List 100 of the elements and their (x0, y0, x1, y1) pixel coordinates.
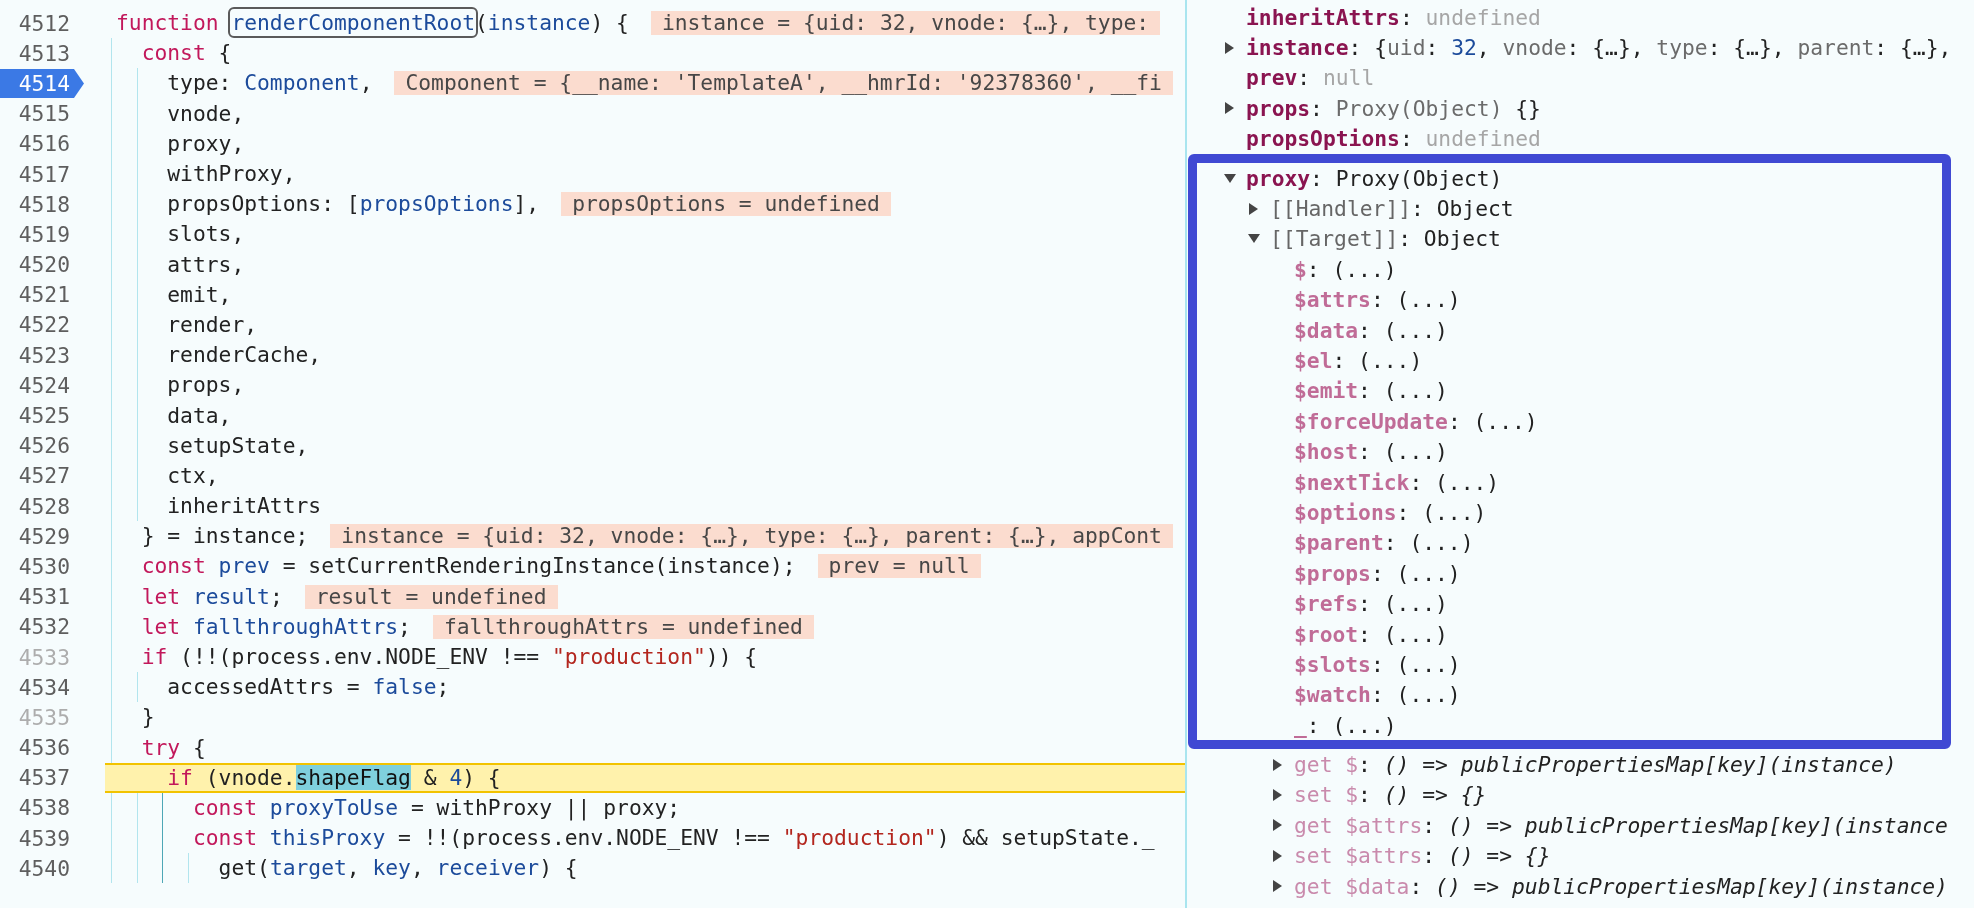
line-number: 4514 (0, 68, 84, 98)
property-row[interactable]: get $data: () => publicPropertiesMap[key](instance) (1272, 870, 1948, 902)
property-row[interactable]: [[Target]]: Object (1248, 223, 1501, 255)
line-number: 4528 (18, 492, 70, 521)
property-row[interactable]: $forceUpdate: (...) (1294, 406, 1538, 437)
line-number: 4538 (18, 794, 70, 823)
code-line: render, (166, 311, 258, 338)
caret-right-icon[interactable] (1225, 41, 1234, 54)
property-row[interactable]: inheritAttrs: undefined (1246, 2, 1541, 33)
caret-right-icon[interactable] (1249, 202, 1258, 215)
code-line: data, (166, 402, 232, 429)
inline-value: Component = {__name: 'TemplateA', __hmrId: '92378360', __fi (394, 71, 1173, 96)
line-number: 4512 (18, 9, 70, 38)
line-number: 4522 (18, 311, 70, 340)
property-row[interactable]: get $: () => publicPropertiesMap[key](instance) (1272, 749, 1897, 780)
property-row[interactable]: set $: () => {} (1272, 779, 1487, 811)
code-line: proxy, (166, 130, 245, 157)
line-number: 4524 (18, 371, 70, 400)
inline-value: prev = null (817, 554, 981, 579)
property-row[interactable]: $props: (...) (1294, 558, 1461, 589)
line-number: 4533 (18, 643, 70, 672)
code-line: slots, (166, 221, 245, 248)
code-line: accessedAttrs = false; (166, 674, 450, 701)
line-number: 4518 (18, 190, 70, 219)
property-row[interactable]: prev: null (1246, 62, 1375, 94)
code-line: const prev = setCurrentRenderingInstance(instance); (140, 553, 796, 580)
code-line: } (140, 704, 155, 731)
caret-right-icon[interactable] (1273, 758, 1282, 771)
line-number: 4515 (18, 100, 70, 129)
property-row[interactable]: $emit: (...) (1294, 375, 1448, 407)
line-number: 4537 (18, 764, 70, 793)
property-row[interactable]: $attrs: (...) (1294, 284, 1461, 315)
caret-right-icon[interactable] (1273, 849, 1282, 862)
inline-value: propsOptions = undefined (561, 192, 891, 217)
property-row[interactable]: _: (...) (1294, 710, 1397, 741)
code-line: renderCache, (166, 342, 322, 369)
line-number: 4540 (18, 854, 70, 883)
line-number: 4530 (18, 552, 70, 581)
line-number: 4539 (18, 824, 70, 853)
caret-right-icon[interactable] (1225, 102, 1234, 115)
property-row[interactable]: $nextTick: (...) (1294, 466, 1500, 498)
code-line: ctx, (166, 462, 219, 489)
property-row[interactable]: [[Handler]]: Object (1248, 193, 1514, 224)
code-line: let fallthroughAttrs; (140, 613, 411, 640)
code-line: } = instance; (140, 523, 309, 550)
code-line: withProxy, (166, 161, 296, 188)
property-row[interactable]: set $attrs: () => {} (1272, 840, 1551, 871)
line-number: 4519 (18, 220, 70, 249)
line-number: 4520 (18, 251, 70, 280)
inline-value: instance = {uid: 32, vnode: {…}, type: {…}, parent: {…}, appCont (330, 524, 1173, 549)
line-number: 4531 (18, 583, 70, 612)
property-row[interactable]: $el: (...) (1294, 345, 1423, 376)
property-row[interactable]: $refs: (...) (1294, 588, 1448, 619)
code-line: try { (140, 734, 206, 761)
property-row[interactable]: get $attrs: () => publicPropertiesMap[key](instance (1272, 810, 1948, 841)
line-number: 4523 (18, 341, 70, 370)
property-row[interactable]: $: (...) (1294, 254, 1397, 285)
property-row[interactable]: $host: (...) (1294, 436, 1448, 467)
line-number: 4526 (18, 432, 70, 461)
property-row[interactable]: instance: {uid: 32, vnode: {…}, type: {…}, parent: {…}, (1224, 32, 1952, 63)
property-row[interactable]: $root: (...) (1294, 618, 1448, 650)
property-row[interactable]: proxy: Proxy(Object) (1224, 162, 1503, 194)
code-line: const proxyToUse = withProxy || proxy; (191, 794, 681, 821)
inline-value: fallthroughAttrs = undefined (432, 614, 814, 639)
line-number: 4525 (18, 402, 70, 431)
line-number: 4517 (18, 160, 70, 189)
code-line: type: Component, (166, 70, 373, 97)
property-row[interactable]: $slots: (...) (1294, 649, 1461, 680)
code-line: function renderComponentRoot(instance) { (116, 10, 629, 37)
line-number: 4527 (18, 462, 70, 491)
inline-value: instance = {uid: 32, vnode: {…}, type: (650, 11, 1161, 36)
property-row[interactable]: $data: (...) (1294, 314, 1448, 346)
caret-down-icon[interactable] (1224, 173, 1236, 183)
code-line: const { (140, 40, 232, 67)
line-number: 4529 (18, 522, 70, 551)
inline-value: result = undefined (304, 584, 558, 609)
code-line: if (!!(process.env.NODE_ENV !== "production")) { (140, 644, 758, 671)
line-number: 4536 (18, 734, 70, 763)
caret-down-icon[interactable] (1248, 234, 1260, 244)
line-number: 4521 (18, 281, 70, 310)
caret-right-icon[interactable] (1273, 819, 1282, 832)
code-line: if (vnode.shapeFlag & 4) { (166, 764, 501, 791)
line-number: 4516 (18, 130, 70, 159)
line-number: 4534 (18, 673, 70, 702)
code-line: props, (166, 372, 245, 399)
caret-right-icon[interactable] (1273, 788, 1282, 801)
caret-right-icon[interactable] (1273, 880, 1282, 893)
code-line: emit, (166, 281, 232, 308)
line-number: 4513 (18, 39, 70, 68)
property-row[interactable]: $options: (...) (1294, 497, 1487, 528)
property-row[interactable]: $parent: (...) (1294, 527, 1474, 559)
line-number: 4535 (18, 703, 70, 732)
code-line: propsOptions: [propsOptions], (166, 191, 540, 218)
code-line: inheritAttrs (166, 493, 322, 520)
code-line: const thisProxy = !!(process.env.NODE_ENV !== "production") && setupState._ (191, 825, 1155, 852)
code-line: attrs, (166, 251, 245, 278)
property-row[interactable]: propsOptions: undefined (1246, 123, 1541, 154)
property-row[interactable]: $watch: (...) (1294, 679, 1461, 710)
code-line: let result; (140, 583, 283, 610)
property-row[interactable]: props: Proxy(Object) {} (1224, 93, 1541, 124)
